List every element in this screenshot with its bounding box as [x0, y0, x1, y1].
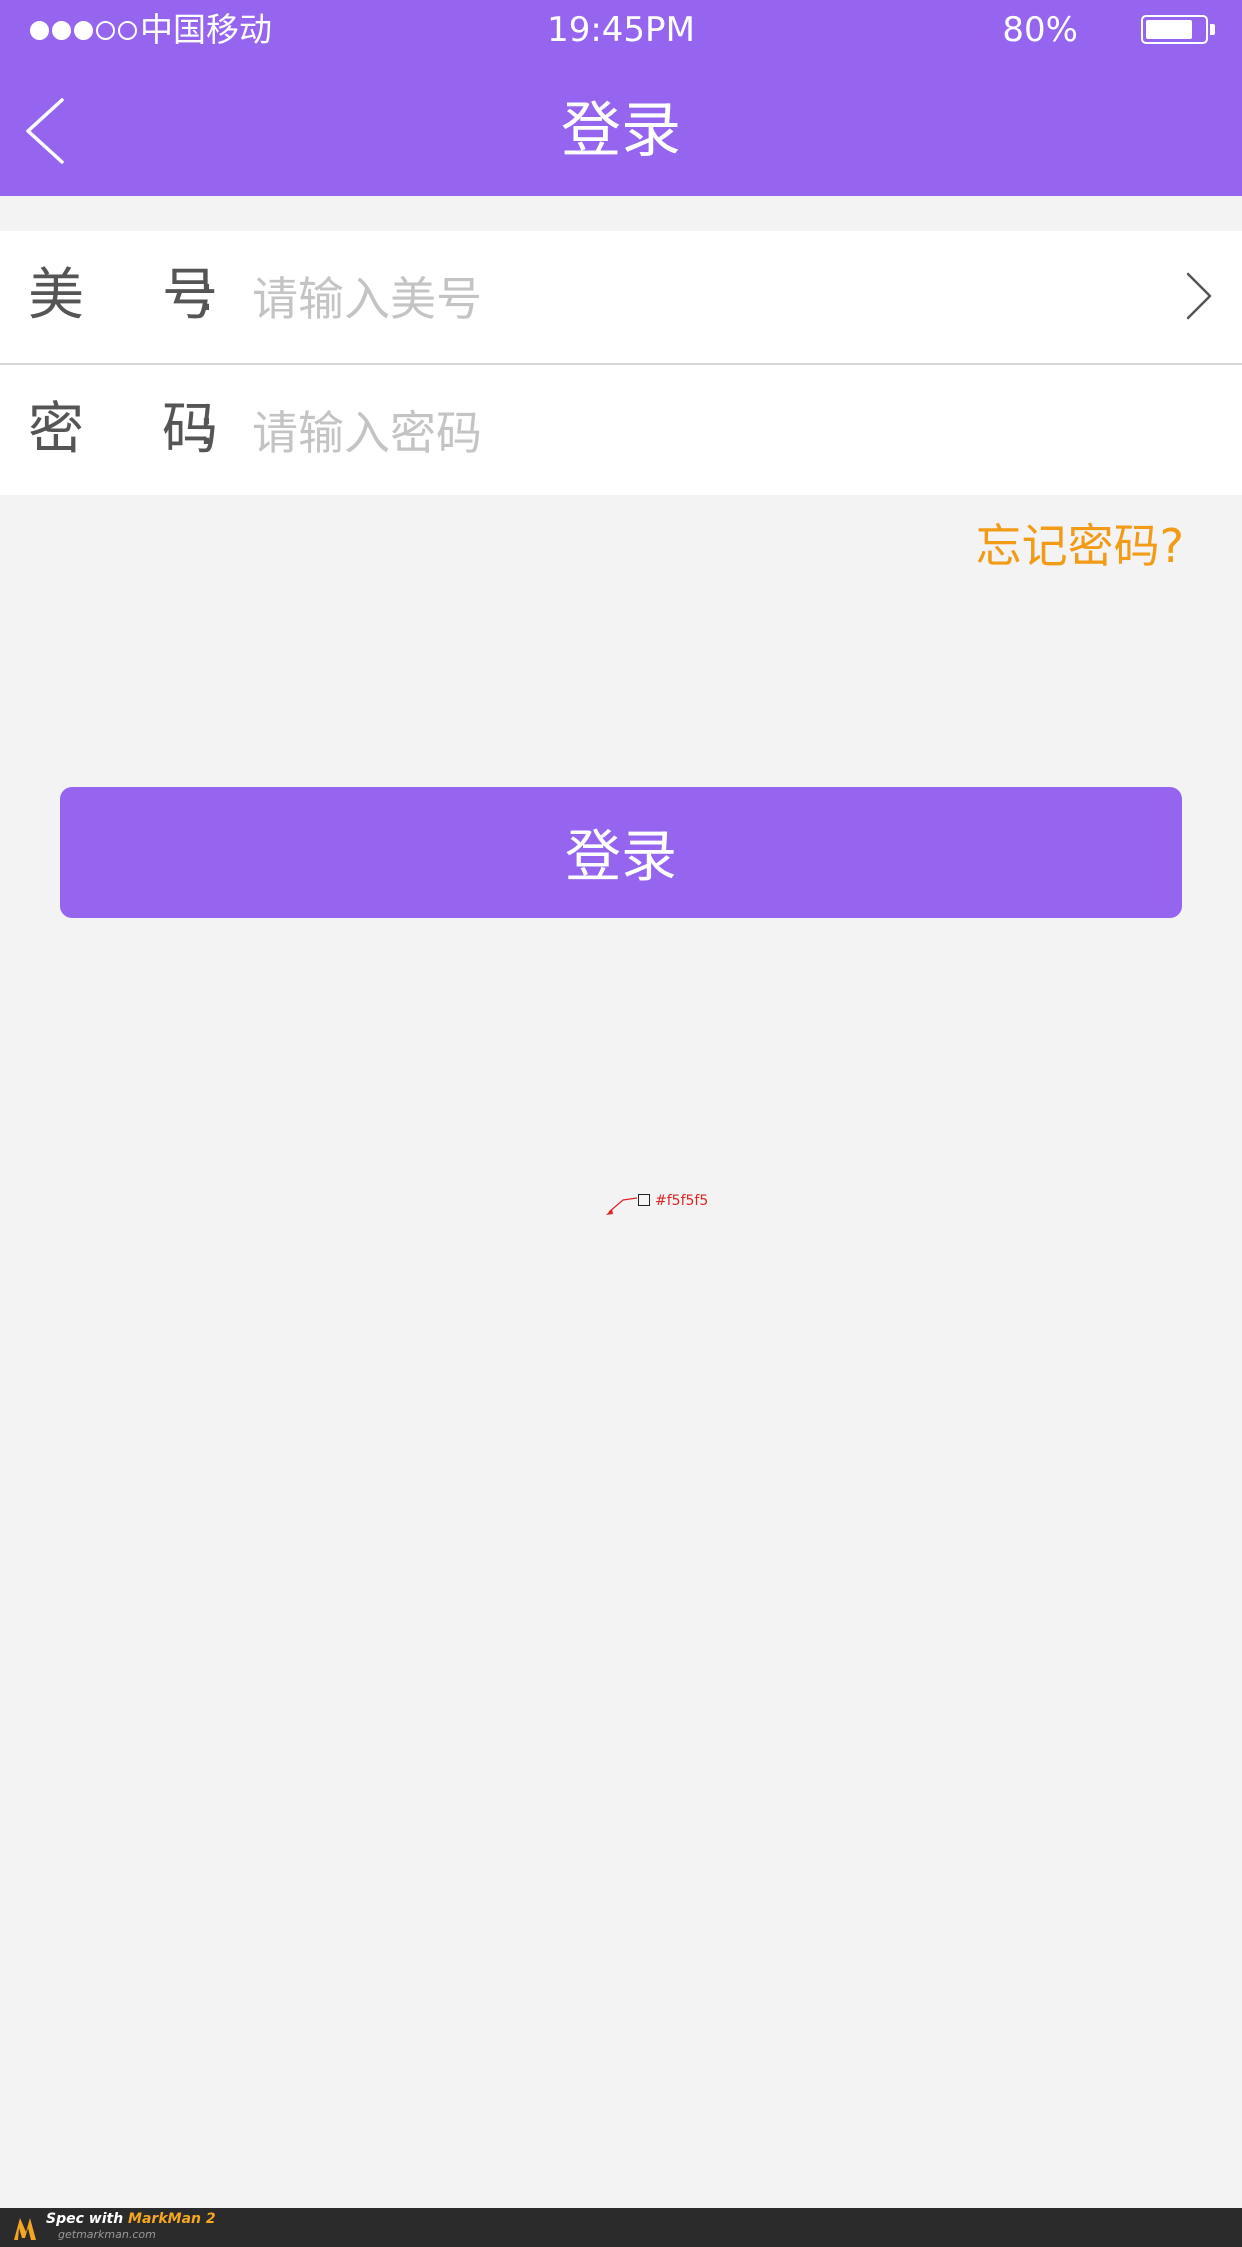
- spec-prefix: Spec with: [46, 2211, 124, 2227]
- login-button[interactable]: 登录: [60, 787, 1182, 918]
- login-form: 美号 : 密码 :: [0, 231, 1242, 495]
- markman-logo-icon: [14, 2218, 36, 2240]
- status-bar: 中国移动 19:45PM 80%: [0, 0, 1242, 60]
- header: 中国移动 19:45PM 80% 登录: [0, 0, 1242, 196]
- login-screen: 中国移动 19:45PM 80% 登录 美号 : 请输入美号 密 码: 忘记密…: [0, 0, 1242, 2247]
- battery-percent: 80%: [1002, 10, 1078, 50]
- account-colon: :: [198, 264, 215, 322]
- account-label: 美号: [28, 263, 218, 328]
- password-label: 密码: [28, 397, 218, 462]
- password-row: 密码 :: [0, 363, 1242, 495]
- color-swatch: [638, 1194, 650, 1206]
- spec-brand: MarkMan 2: [128, 2211, 216, 2227]
- password-input[interactable]: [252, 401, 1132, 465]
- markman-footer: Spec with MarkMan 2 getmarkman.com: [0, 2208, 1242, 2247]
- color-annotation: #f5f5f5: [655, 1193, 709, 1209]
- spec-url: getmarkman.com: [58, 2228, 156, 2241]
- account-input[interactable]: [252, 267, 1132, 331]
- forgot-password-link[interactable]: 忘记密码?: [976, 514, 1184, 578]
- password-colon: :: [198, 398, 215, 456]
- battery-cap: [1210, 24, 1215, 35]
- page-title: 登录: [561, 96, 681, 166]
- account-row: 美号 :: [0, 231, 1242, 363]
- spec-credit: Spec with MarkMan 2: [46, 2211, 216, 2227]
- battery-icon: [1141, 15, 1208, 44]
- chevron-right-icon[interactable]: [1184, 271, 1214, 321]
